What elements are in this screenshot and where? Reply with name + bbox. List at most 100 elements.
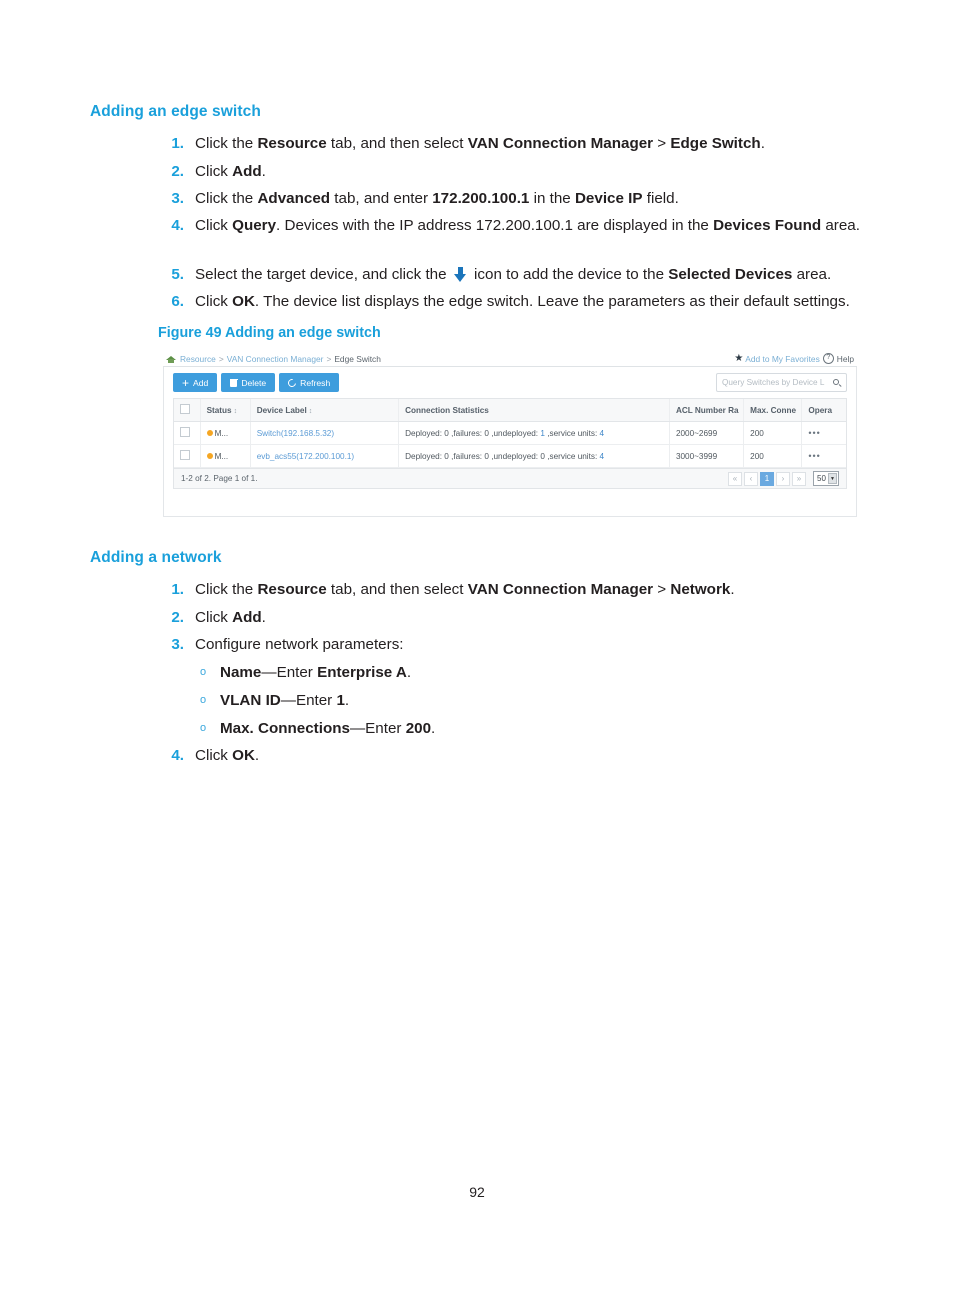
breadcrumb-actions: ★ Add to My Favorites ? Help	[734, 353, 854, 364]
step-item: 4. Click OK.	[158, 745, 868, 767]
cell-status: M...	[200, 444, 251, 468]
more-actions-icon[interactable]: •••	[808, 428, 820, 438]
search-icon[interactable]	[833, 378, 841, 387]
row-checkbox[interactable]	[180, 450, 190, 460]
device-label-link[interactable]: Switch(192.168.5.32)	[257, 429, 334, 438]
previous-page-button[interactable]: ‹	[744, 471, 758, 486]
breadcrumb: Resource > VAN Connection Manager > Edge…	[166, 354, 381, 364]
page-number: 92	[469, 1184, 485, 1200]
refresh-button[interactable]: Refresh	[279, 373, 340, 392]
first-page-button[interactable]: «	[728, 471, 742, 486]
column-header-acl-number-range: ACL Number Ra	[669, 399, 745, 422]
status-dot-icon	[206, 430, 213, 436]
substep-text: Max. Connections—Enter 200.	[220, 720, 436, 737]
substep-item: o Name—Enter Enterprise A.	[196, 662, 856, 684]
cell-status: M...	[200, 421, 251, 445]
step-number: 3.	[171, 190, 184, 207]
deployed-label: Deployed:	[405, 428, 445, 438]
search-input[interactable]: Query Switches by Device L	[716, 373, 847, 392]
step-text: Click Add.	[195, 609, 266, 626]
failures-label: ,failures:	[448, 428, 485, 438]
cell-acl-number-range: 3000~3999	[669, 444, 745, 468]
step-text: Click OK. The device list displays the e…	[195, 293, 850, 310]
chevron-down-icon[interactable]: ▼	[828, 473, 837, 484]
pagination-info: 1-2 of 2. Page 1 of 1.	[181, 474, 258, 483]
column-header-connection-statistics: Connection Statistics	[398, 399, 670, 422]
status-dot-icon	[206, 453, 213, 459]
next-page-button[interactable]: ›	[776, 471, 790, 486]
sort-icon[interactable]: ↕	[234, 408, 238, 415]
more-actions-icon[interactable]: •••	[808, 451, 820, 461]
breadcrumb-separator: >	[218, 353, 224, 364]
star-icon: ★	[734, 352, 744, 364]
step-text: Click the Resource tab, and then select …	[195, 135, 765, 152]
row-select-cell	[174, 421, 201, 445]
select-all-checkbox[interactable]	[180, 404, 190, 414]
column-header-device-label[interactable]: Device Label ↕	[250, 399, 400, 422]
table-header: Status ↕ Device Label ↕ Connection Statist…	[174, 399, 846, 422]
step-text: Click OK.	[195, 747, 260, 764]
section-heading-adding-a-network: Adding a network	[90, 549, 222, 566]
device-table-container: Status ↕ Device Label ↕ Connection Statist…	[173, 398, 847, 468]
row-select-cell	[174, 444, 201, 468]
step-item: 2. Click Add.	[158, 607, 868, 629]
step-item: 4. Click Query. Devices with the IP addr…	[158, 215, 870, 237]
step-item: 6. Click OK. The device list displays th…	[158, 291, 878, 313]
service-units-value[interactable]: 4	[600, 452, 605, 461]
cell-max-connections: 200	[743, 444, 803, 468]
cell-max-connections: 200	[743, 421, 803, 445]
breadcrumb-bar: Resource > VAN Connection Manager > Edge…	[163, 351, 857, 367]
breadcrumb-current-edge-switch: Edge Switch	[334, 353, 381, 364]
select-all-header	[174, 399, 201, 422]
section-heading-adding-an-edge-switch: Adding an edge switch	[90, 103, 261, 120]
bullet-marker: o	[199, 694, 207, 706]
column-header-status[interactable]: Status ↕	[200, 399, 251, 422]
table-header-row: Status ↕ Device Label ↕ Connection Statist…	[174, 399, 846, 422]
refresh-icon	[286, 376, 298, 389]
service-units-label: ,service units:	[544, 428, 600, 438]
cell-operation: •••	[801, 444, 846, 468]
substep-item: o Max. Connections—Enter 200.	[196, 718, 856, 740]
add-button[interactable]: + Add	[173, 373, 218, 392]
step-item: 5. Select the target device, and click t…	[158, 264, 873, 286]
figure-screenshot-edge-switch: Resource > VAN Connection Manager > Edge…	[163, 351, 857, 517]
page-size-value: 50	[817, 474, 826, 483]
step-number: 6.	[171, 293, 184, 310]
cell-operation: •••	[801, 421, 846, 445]
substep-text: Name—Enter Enterprise A.	[220, 664, 412, 681]
trash-icon	[229, 378, 238, 387]
page-number-button-1[interactable]: 1	[760, 471, 774, 486]
delete-button-label: Delete	[241, 377, 267, 388]
column-header-device-label-label: Device Label	[256, 405, 307, 415]
deployed-label: Deployed:	[405, 451, 445, 461]
delete-button[interactable]: Delete	[221, 373, 276, 392]
refresh-button-label: Refresh	[300, 377, 331, 388]
cell-acl-number-range: 2000~2699	[669, 421, 745, 445]
step-number: 5.	[171, 266, 184, 283]
device-table: Status ↕ Device Label ↕ Connection Statist…	[174, 399, 846, 468]
breadcrumb-item-van-connection-manager[interactable]: VAN Connection Manager	[227, 354, 324, 364]
cell-device-label: Switch(192.168.5.32)	[250, 421, 400, 445]
breadcrumb-item-resource[interactable]: Resource	[180, 354, 216, 364]
house-icon	[166, 354, 176, 363]
sort-icon[interactable]: ↕	[309, 408, 313, 415]
row-checkbox[interactable]	[180, 427, 190, 437]
add-to-my-favorites-link[interactable]: Add to My Favorites	[745, 354, 819, 364]
last-page-button[interactable]: »	[792, 471, 806, 486]
help-link[interactable]: Help	[837, 354, 854, 364]
page-size-select[interactable]: 50 ▼	[813, 471, 839, 486]
figure-caption: Figure 49 Adding an edge switch	[158, 325, 381, 341]
bullet-marker: o	[199, 722, 207, 734]
pagination-bar: 1-2 of 2. Page 1 of 1. « ‹ 1 › » 50 ▼	[173, 468, 847, 489]
table-row[interactable]: M... Switch(192.168.5.32) Deployed: 0 ,f…	[174, 421, 846, 445]
device-label-link[interactable]: evb_acs55(172.200.100.1)	[257, 452, 354, 461]
step-text: Click the Resource tab, and then select …	[195, 581, 735, 598]
down-arrow-icon	[453, 267, 467, 282]
service-units-label: ,service units:	[544, 451, 600, 461]
step-number: 4.	[171, 747, 184, 764]
cell-connection-statistics: Deployed: 0 ,failures: 0 ,undeployed: 1 …	[398, 421, 670, 445]
status-label: M...	[214, 428, 229, 438]
service-units-value[interactable]: 4	[600, 429, 605, 438]
table-row[interactable]: M... evb_acs55(172.200.100.1) Deployed: …	[174, 444, 846, 468]
table-body: M... Switch(192.168.5.32) Deployed: 0 ,f…	[174, 421, 846, 468]
